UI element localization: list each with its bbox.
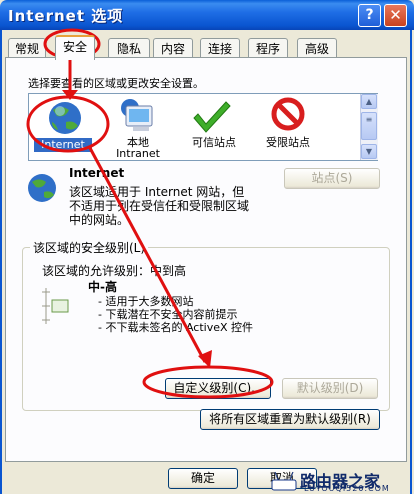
sites-button[interactable]: 站点(S) bbox=[284, 168, 380, 189]
globe-icon bbox=[28, 174, 56, 202]
zone-internet[interactable]: Internet bbox=[30, 96, 100, 156]
reset-all-zones-button[interactable]: 将所有区域重置为默认级别(R) bbox=[200, 409, 380, 430]
tab-connections[interactable]: 连接 bbox=[200, 38, 240, 58]
zone-label-restricted: 受限站点 bbox=[266, 136, 310, 149]
tab-privacy[interactable]: 隐私 bbox=[108, 38, 150, 58]
scroll-up-button[interactable]: ▲ bbox=[361, 94, 377, 109]
scroll-thumb[interactable]: ≡ bbox=[361, 112, 377, 140]
no-entry-icon bbox=[271, 97, 305, 131]
security-level-slider[interactable] bbox=[38, 286, 78, 326]
custom-level-button[interactable]: 自定义级别(C)... bbox=[165, 378, 271, 399]
default-level-button[interactable]: 默认级别(D) bbox=[282, 378, 378, 399]
scroll-down-button[interactable]: ▼ bbox=[361, 144, 377, 159]
tab-general[interactable]: 常规 bbox=[8, 38, 46, 58]
ok-button[interactable]: 确定 bbox=[168, 468, 238, 489]
tab-advanced[interactable]: 高级 bbox=[297, 38, 337, 58]
zone-label-trusted: 可信站点 bbox=[192, 136, 236, 149]
zone-instruction: 选择要查看的区域或更改安全设置。 bbox=[28, 77, 204, 90]
level-bullet-3: - 不下载未签名的 ActiveX 控件 bbox=[98, 321, 254, 334]
zone-label-internet: Internet bbox=[41, 138, 85, 151]
zone-desc-line-3: 中的网站。 bbox=[69, 213, 130, 227]
close-button[interactable]: ✕ bbox=[384, 4, 407, 27]
security-level-legend: 该区域的安全级别(L) bbox=[30, 239, 149, 256]
tab-content[interactable]: 内容 bbox=[153, 38, 193, 58]
checkmark-icon bbox=[193, 101, 231, 133]
watermark-logo-icon bbox=[271, 471, 297, 491]
zone-title: Internet bbox=[69, 166, 125, 180]
watermark-url: LUYOUQI520.COM bbox=[304, 484, 390, 493]
zone-list-scrollbar[interactable]: ▲ ≡ ▼ bbox=[360, 94, 378, 160]
zone-local-intranet[interactable]: 本地 Intranet bbox=[108, 96, 168, 160]
zone-label-intranet: Intranet bbox=[116, 147, 160, 160]
allowed-level: 该区域的允许级别：中到高 bbox=[42, 264, 187, 278]
tab-programs[interactable]: 程序 bbox=[248, 38, 288, 58]
tab-security[interactable]: 安全 bbox=[55, 35, 95, 60]
window-title: Internet 选项 bbox=[8, 7, 124, 25]
zone-trusted-sites[interactable]: 可信站点 bbox=[182, 96, 246, 156]
intranet-computer-icon bbox=[121, 99, 153, 131]
help-button[interactable]: ? bbox=[358, 4, 381, 27]
zone-restricted-sites[interactable]: 受限站点 bbox=[256, 96, 320, 156]
